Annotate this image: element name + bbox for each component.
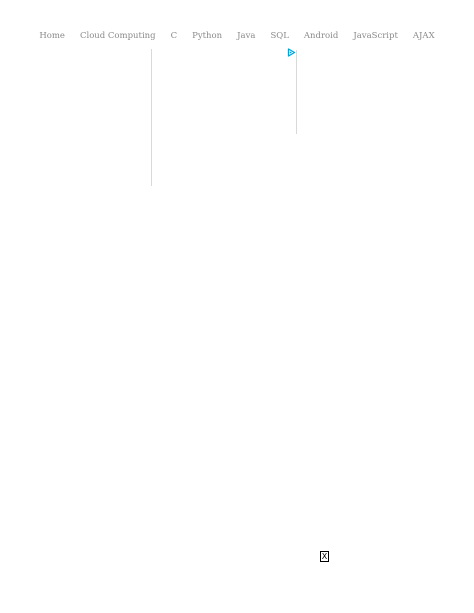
top-nav: Home Cloud Computing C Python Java SQL A… xyxy=(0,30,474,42)
nav-item-cloud-computing[interactable]: Cloud Computing xyxy=(72,30,163,42)
ad-frame-divider-left xyxy=(151,49,152,186)
nav-item-home[interactable]: Home xyxy=(32,30,73,42)
close-ad-button[interactable]: X xyxy=(320,551,329,562)
nav-item-c[interactable]: C xyxy=(163,30,185,42)
nav-item-javascript[interactable]: JavaScript xyxy=(346,30,406,42)
nav-item-sql[interactable]: SQL xyxy=(263,30,296,42)
ad-frame-divider-right xyxy=(296,50,297,134)
adchoices-play-icon[interactable] xyxy=(287,48,296,57)
nav-item-java[interactable]: Java xyxy=(230,30,263,42)
nav-item-ajax[interactable]: AJAX xyxy=(405,30,442,42)
nav-item-python[interactable]: Python xyxy=(185,30,230,42)
nav-item-android[interactable]: Android xyxy=(296,30,345,42)
